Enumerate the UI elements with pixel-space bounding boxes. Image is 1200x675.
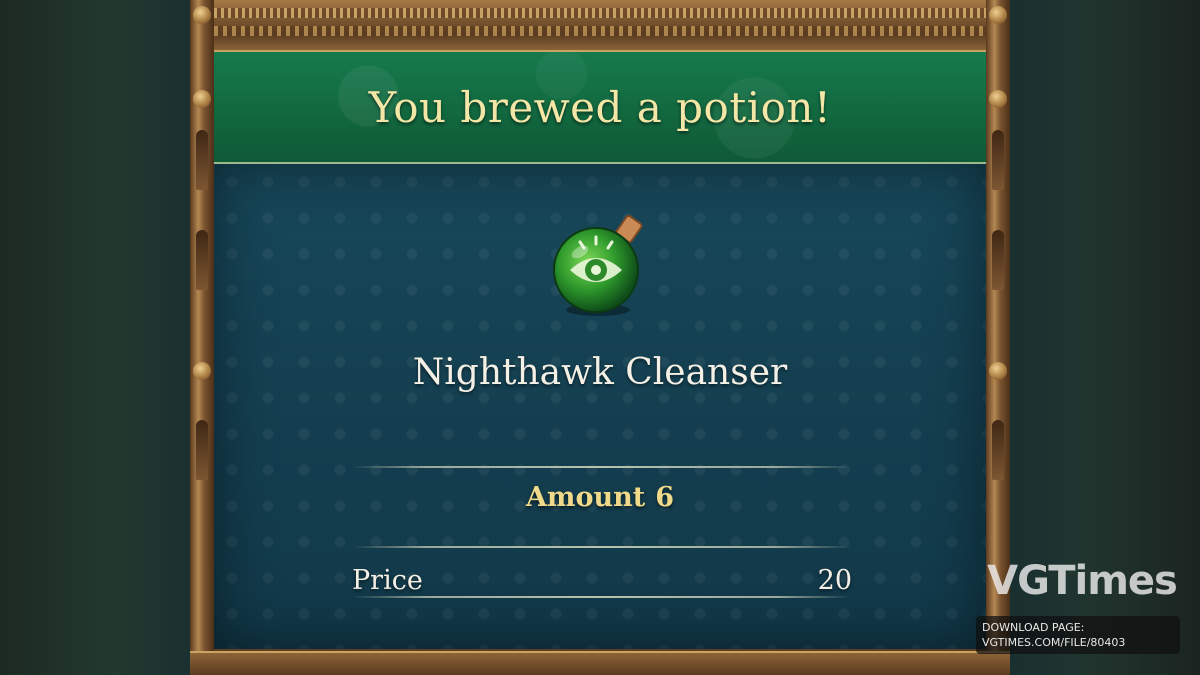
- finial-icon: [193, 362, 211, 380]
- arch-ornament: [992, 420, 1004, 480]
- arch-ornament: [196, 230, 208, 290]
- potion-name: Nighthawk Cleanser: [412, 352, 788, 393]
- watermark-logo: VGTimes: [987, 558, 1178, 604]
- amount-label: Amount 6: [214, 482, 986, 513]
- finial-icon: [989, 362, 1007, 380]
- watermark-download-url: VGTIMES.COM/FILE/80403: [982, 636, 1126, 649]
- price-label: Price: [352, 564, 423, 596]
- arch-ornament: [992, 230, 1004, 290]
- price-value: 20: [817, 564, 852, 596]
- amount-label-text: Amount: [525, 482, 646, 513]
- divider: [352, 596, 852, 598]
- arch-ornament: [992, 130, 1004, 190]
- frame-pillar-left: [190, 0, 214, 675]
- amount-value: 6: [655, 482, 675, 513]
- title-banner: You brewed a potion!: [214, 52, 986, 164]
- finial-icon: [193, 90, 211, 108]
- green-potion-flask-icon: [553, 215, 643, 316]
- frame-top-molding: [190, 0, 1010, 52]
- arch-ornament: [196, 130, 208, 190]
- price-row: Price 20: [352, 562, 852, 598]
- finial-icon: [193, 6, 211, 24]
- watermark-download-box: DOWNLOAD PAGE: VGTIMES.COM/FILE/80403: [976, 616, 1180, 654]
- arch-ornament: [196, 420, 208, 480]
- background-left: [0, 0, 190, 675]
- finial-icon: [989, 6, 1007, 24]
- dialog-title: You brewed a potion!: [368, 82, 832, 132]
- watermark-download-label: DOWNLOAD PAGE:: [982, 621, 1085, 634]
- divider: [352, 546, 852, 548]
- frame-bottom-molding: [190, 651, 1010, 675]
- finial-icon: [989, 90, 1007, 108]
- divider: [352, 466, 852, 468]
